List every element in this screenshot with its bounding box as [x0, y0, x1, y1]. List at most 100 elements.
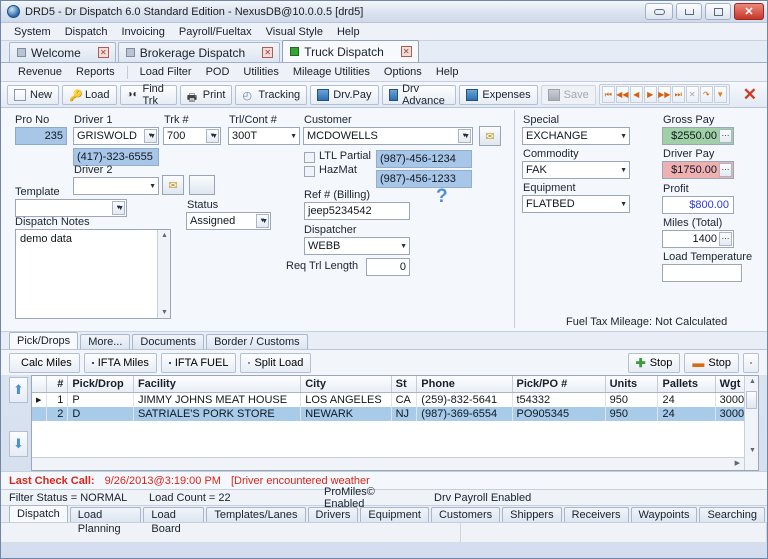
truck-combo[interactable]: 700 ▼: [163, 127, 221, 145]
ltl-partial-checkbox[interactable]: [304, 152, 315, 163]
status-combo[interactable]: Assigned ▼: [186, 212, 271, 230]
chevron-down-icon[interactable]: ▼: [112, 201, 125, 215]
col-pallets[interactable]: Pallets: [658, 376, 715, 393]
expenses-button[interactable]: Expenses: [459, 85, 537, 105]
nav-last-button[interactable]: ⏭: [672, 86, 685, 103]
col-phone[interactable]: Phone: [417, 376, 512, 393]
bottom-tab-templates-lanes[interactable]: Templates/Lanes: [206, 507, 305, 522]
chevron-down-icon[interactable]: ▼: [144, 129, 157, 143]
grid-vertical-scrollbar[interactable]: ▲ ▼: [744, 376, 758, 470]
driver-pay-button[interactable]: Drv.Pay: [310, 85, 378, 105]
pro-no-input[interactable]: 235: [15, 127, 67, 145]
find-truck-button[interactable]: ◑◐ Find Trk: [120, 85, 177, 105]
bottom-tab-waypoints[interactable]: Waypoints: [631, 507, 698, 522]
move-row-down-button[interactable]: ⬇: [9, 431, 28, 457]
help-question-icon[interactable]: ?: [436, 186, 448, 208]
hazmat-checkbox[interactable]: [304, 166, 315, 177]
chevron-down-icon[interactable]: ▼: [206, 129, 219, 143]
extra-button[interactable]: [189, 175, 215, 195]
col-facility[interactable]: Facility: [133, 376, 300, 393]
tab-brokerage-dispatch[interactable]: Brokerage Dispatch ✕: [118, 42, 280, 62]
maximize-button[interactable]: [705, 3, 731, 20]
tab-border-customs[interactable]: Border / Customs: [206, 334, 308, 349]
ifta-miles-button[interactable]: IFTA Miles: [84, 353, 157, 373]
menu-dispatch[interactable]: Dispatch: [58, 24, 115, 40]
menu-pod[interactable]: POD: [199, 64, 237, 80]
bottom-tab-searching[interactable]: Searching: [699, 507, 765, 522]
nav-next-button[interactable]: ▶: [644, 86, 657, 103]
miles-total-field[interactable]: 1400 ⋯: [662, 230, 734, 248]
add-stop-button[interactable]: ✚ Stop: [628, 353, 681, 373]
col-state[interactable]: St: [391, 376, 417, 393]
ref-billing-input[interactable]: jeep5234542: [304, 202, 410, 220]
col-pick-po[interactable]: Pick/PO #: [512, 376, 605, 393]
nav-next-page-button[interactable]: ▶▶: [658, 86, 671, 103]
scrollbar-thumb[interactable]: [746, 391, 757, 409]
print-button[interactable]: 🖶 Print: [180, 85, 233, 105]
tab-close-icon[interactable]: ✕: [262, 47, 273, 58]
trailer-combo[interactable]: 300T: [228, 127, 300, 145]
driver2-combo[interactable]: [73, 177, 159, 195]
minimize-button[interactable]: [676, 3, 702, 20]
notes-scrollbar[interactable]: ▲ ▼: [157, 230, 170, 318]
gross-pay-field[interactable]: $2550.00 ⋯: [662, 127, 734, 145]
req-trl-length-input[interactable]: 0: [366, 258, 410, 276]
driver-pay-ellipsis-button[interactable]: ⋯: [719, 163, 732, 177]
save-stops-button[interactable]: [743, 353, 759, 373]
bottom-tab-drivers[interactable]: Drivers: [308, 507, 359, 522]
chevron-down-icon[interactable]: ▼: [256, 214, 269, 228]
close-button[interactable]: ✕: [734, 3, 764, 20]
tab-truck-dispatch[interactable]: Truck Dispatch ✕: [282, 40, 419, 62]
table-row[interactable]: ▶ 1 P JIMMY JOHNS MEAT HOUSE LOS ANGELES…: [32, 393, 758, 408]
menu-invoicing[interactable]: Invoicing: [114, 24, 171, 40]
tab-pick-drops[interactable]: Pick/Drops: [9, 332, 78, 349]
load-button[interactable]: 🔑 Load: [62, 85, 116, 105]
scroll-up-icon[interactable]: ▲: [749, 378, 756, 385]
tracking-button[interactable]: ◴ Tracking: [235, 85, 307, 105]
col-pick-drop[interactable]: Pick/Drop: [68, 376, 134, 393]
bottom-tab-customers[interactable]: Customers: [431, 507, 500, 522]
nav-first-button[interactable]: ⏮: [602, 86, 615, 103]
customer-combo[interactable]: MCDOWELLS ▼: [303, 127, 473, 145]
driver-advance-button[interactable]: Drv Advance: [382, 85, 457, 105]
driver1-combo[interactable]: GRISWOLD ▼: [73, 127, 159, 145]
tab-welcome[interactable]: Welcome ✕: [9, 42, 116, 62]
commodity-combo[interactable]: FAK: [522, 161, 630, 179]
menu-options[interactable]: Options: [377, 64, 429, 80]
bottom-tab-dispatch[interactable]: Dispatch: [9, 505, 68, 522]
menu-reports[interactable]: Reports: [69, 64, 122, 80]
equipment-combo[interactable]: FLATBED: [522, 195, 630, 213]
driver-pay-field[interactable]: $1750.00 ⋯: [662, 161, 734, 179]
scroll-up-icon[interactable]: ▲: [161, 232, 168, 239]
load-temperature-input[interactable]: [662, 264, 742, 282]
remove-stop-button[interactable]: ▬ Stop: [684, 353, 739, 373]
col-units[interactable]: Units: [605, 376, 658, 393]
pick-drop-grid[interactable]: # Pick/Drop Facility City St Phone Pick/…: [31, 375, 759, 471]
bottom-tab-shippers[interactable]: Shippers: [502, 507, 561, 522]
chevron-down-icon[interactable]: ▼: [458, 129, 471, 143]
table-row[interactable]: 2 D SATRIALE'S PORK STORE NEWARK NJ (987…: [32, 407, 758, 421]
menu-help[interactable]: Help: [330, 24, 367, 40]
help-button[interactable]: [645, 3, 673, 20]
menu-utilities[interactable]: Utilities: [236, 64, 285, 80]
nav-delete-button[interactable]: ✕: [686, 86, 699, 103]
menu-module-help[interactable]: Help: [429, 64, 466, 80]
bottom-tab-load-board[interactable]: Load Board: [143, 507, 204, 522]
tab-documents[interactable]: Documents: [132, 334, 204, 349]
tab-close-icon[interactable]: ✕: [401, 46, 412, 57]
menu-revenue[interactable]: Revenue: [11, 64, 69, 80]
driver-mail-button[interactable]: ✉: [162, 175, 184, 195]
tab-close-icon[interactable]: ✕: [98, 47, 109, 58]
nav-prev-button[interactable]: ◀: [630, 86, 643, 103]
dispatch-notes-textarea[interactable]: demo data ▲ ▼: [15, 229, 171, 319]
calc-miles-button[interactable]: Calc Miles: [9, 353, 80, 373]
menu-load-filter[interactable]: Load Filter: [133, 64, 199, 80]
scroll-right-icon[interactable]: ▶: [735, 459, 740, 467]
template-combo[interactable]: ▼: [15, 199, 127, 217]
nav-filter-icon[interactable]: ▼: [714, 86, 727, 103]
grid-horizontal-scrollbar[interactable]: ▶: [32, 457, 744, 470]
bottom-tab-load-planning[interactable]: Load Planning: [70, 507, 142, 522]
ifta-fuel-button[interactable]: IFTA FUEL: [161, 353, 237, 373]
move-row-up-button[interactable]: ⬆: [9, 377, 28, 403]
customer-mail-button[interactable]: ✉: [479, 126, 501, 146]
